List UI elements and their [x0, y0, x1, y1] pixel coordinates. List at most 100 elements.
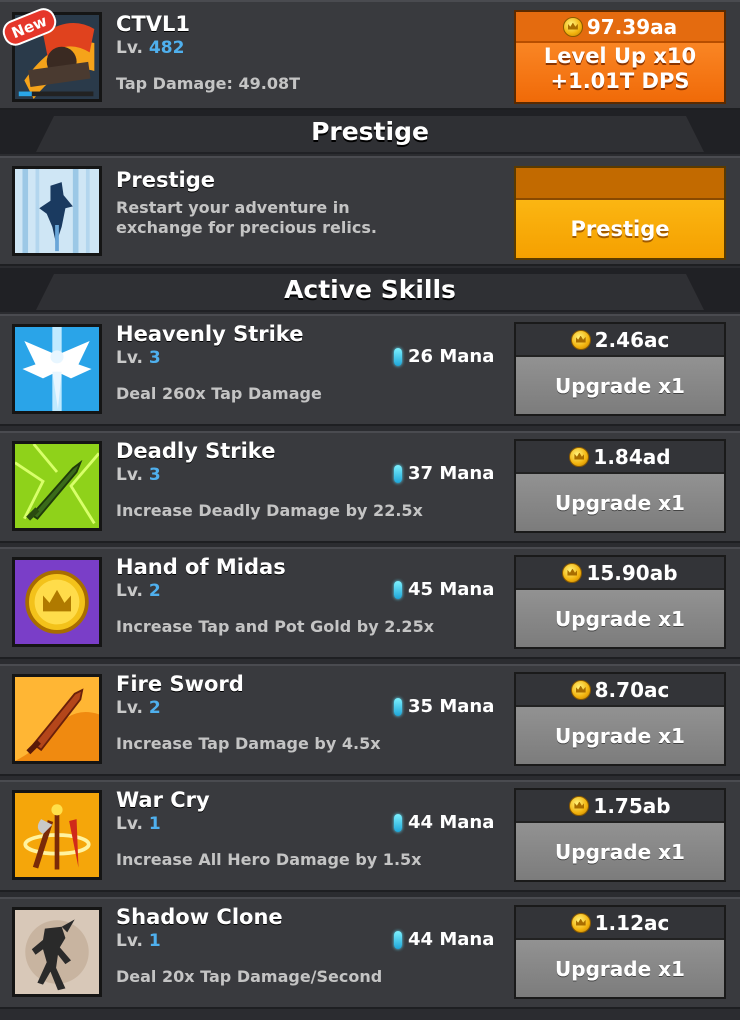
level-up-cost-value: 97.39aa: [586, 14, 678, 39]
hand-of-midas-icon[interactable]: [12, 557, 102, 647]
skill-description: Deal 260x Tap Damage: [116, 384, 322, 403]
hero-name: CTVL1: [116, 12, 190, 36]
skill-description: Increase Tap Damage by 4.5x: [116, 734, 381, 753]
skill-level-prefix: Lv.: [116, 581, 149, 601]
gold-coin-icon: [569, 446, 590, 467]
prestige-section-header: Prestige: [0, 110, 740, 154]
upgrade-cost-value: 1.12ac: [594, 910, 670, 935]
prestige-icon: [15, 169, 99, 253]
gold-coin-icon: [570, 329, 591, 350]
skill-level-prefix: Lv.: [116, 465, 149, 485]
skill-level: Lv. 2: [116, 698, 161, 718]
gold-coin-icon: [569, 795, 590, 816]
skill-row-shadow-clone: Shadow Clone Lv. 1 44 Mana Deal 20x Tap …: [0, 897, 740, 1009]
hero-level-number: 482: [148, 38, 185, 58]
level-up-cost: 97.39aa: [516, 12, 724, 43]
skill-level: Lv. 3: [116, 465, 161, 485]
upgrade-cost: 2.46ac: [516, 324, 724, 357]
upgrade-button[interactable]: 15.90ab Upgrade x1: [514, 555, 726, 649]
prestige-title: Prestige: [116, 168, 216, 192]
skill-level-number: 1: [148, 814, 161, 834]
skill-mana: 37 Mana: [394, 463, 494, 484]
level-up-dps: +1.01T DPS: [550, 69, 690, 93]
skill-level-prefix: Lv.: [116, 698, 149, 718]
war-cry-icon[interactable]: [12, 790, 102, 880]
skill-description: Increase Deadly Damage by 22.5x: [116, 501, 423, 520]
skill-row-heavenly-strike: Heavenly Strike Lv. 3 26 Mana Deal 260x …: [0, 314, 740, 426]
upgrade-cost: 8.70ac: [516, 674, 724, 707]
skill-mana: 35 Mana: [394, 696, 494, 717]
skill-level-prefix: Lv.: [116, 931, 149, 951]
upgrade-button[interactable]: 8.70ac Upgrade x1: [514, 672, 726, 766]
upgrade-button-label: Upgrade x1: [516, 357, 724, 414]
upgrade-button-label: Upgrade x1: [516, 474, 724, 531]
skill-row-hand-of-midas: Hand of Midas Lv. 2 45 Mana Increase Tap…: [0, 547, 740, 659]
skill-description: Increase All Hero Damage by 1.5x: [116, 850, 422, 869]
gold-coin-icon: [570, 679, 591, 700]
gold-coin-icon: [562, 562, 583, 583]
skill-level: Lv. 1: [116, 931, 161, 951]
skill-name: Deadly Strike: [116, 439, 276, 463]
upgrade-button[interactable]: 1.12ac Upgrade x1: [514, 905, 726, 999]
skill-level-prefix: Lv.: [116, 814, 149, 834]
hero-level: Lv. 482: [116, 38, 184, 58]
skill-mana-value: 37 Mana: [408, 463, 495, 484]
skill-row-deadly-strike: Deadly Strike Lv. 3 37 Mana Increase Dea…: [0, 431, 740, 543]
skill-mana: 45 Mana: [394, 579, 494, 600]
mana-crystal-icon: [394, 697, 402, 716]
upgrade-button[interactable]: 1.84ad Upgrade x1: [514, 439, 726, 533]
skill-name: Shadow Clone: [116, 905, 283, 929]
skill-mana-value: 44 Mana: [408, 929, 495, 950]
active-skills-section-header: Active Skills: [0, 268, 740, 312]
upgrade-button-label: Upgrade x1: [516, 590, 724, 647]
upgrade-cost: 1.84ad: [516, 441, 724, 474]
mana-crystal-icon: [394, 813, 402, 832]
prestige-button-top: [516, 168, 724, 200]
skill-mana: 44 Mana: [394, 812, 494, 833]
mana-crystal-icon: [394, 347, 402, 366]
gold-coin-icon: [562, 16, 583, 37]
skill-mana-value: 44 Mana: [408, 812, 495, 833]
shadow-clone-icon[interactable]: [12, 907, 102, 997]
level-up-label: Level Up x10: [543, 44, 697, 68]
heavenly-strike-icon[interactable]: [12, 324, 102, 414]
mana-crystal-icon: [394, 580, 402, 599]
fire-sword-icon[interactable]: [12, 674, 102, 764]
skill-description: Deal 20x Tap Damage/Second: [116, 967, 383, 986]
skill-name: War Cry: [116, 788, 210, 812]
upgrade-cost: 1.12ac: [516, 907, 724, 940]
prestige-portrait: [12, 166, 102, 256]
upgrade-button[interactable]: 2.46ac Upgrade x1: [514, 322, 726, 416]
level-up-button[interactable]: 97.39aa Level Up x10 +1.01T DPS: [514, 10, 726, 104]
skill-mana: 26 Mana: [394, 346, 494, 367]
skill-level: Lv. 1: [116, 814, 161, 834]
skill-mana-value: 35 Mana: [408, 696, 495, 717]
deadly-strike-icon[interactable]: [12, 441, 102, 531]
prestige-button[interactable]: Prestige: [514, 166, 726, 260]
skill-row-war-cry: War Cry Lv. 1 44 Mana Increase All Hero …: [0, 780, 740, 892]
upgrade-cost-value: 1.84ad: [593, 444, 671, 469]
skill-level-prefix: Lv.: [116, 348, 149, 368]
skill-description: Increase Tap and Pot Gold by 2.25x: [116, 617, 435, 636]
upgrade-button[interactable]: 1.75ab Upgrade x1: [514, 788, 726, 882]
skill-name: Heavenly Strike: [116, 322, 304, 346]
upgrade-button-label: Upgrade x1: [516, 940, 724, 997]
skill-mana-value: 45 Mana: [408, 579, 495, 600]
skill-level-number: 2: [148, 698, 161, 718]
gold-coin-icon: [570, 912, 591, 933]
upgrade-button-label: Upgrade x1: [516, 823, 724, 880]
upgrade-cost-value: 8.70ac: [594, 677, 670, 702]
skill-name: Fire Sword: [116, 672, 244, 696]
mana-crystal-icon: [394, 464, 402, 483]
active-skills-heading: Active Skills: [284, 275, 456, 304]
skill-level-number: 2: [148, 581, 161, 601]
hero-level-prefix: Lv.: [116, 38, 149, 58]
hero-row: New CTVL1 Lv. 482 Tap Damage: 49.08T 97.…: [0, 0, 740, 110]
upgrade-cost: 1.75ab: [516, 790, 724, 823]
upgrade-button-label: Upgrade x1: [516, 707, 724, 764]
upgrade-cost-value: 2.46ac: [594, 327, 670, 352]
prestige-description-line2: exchange for precious relics.: [116, 218, 377, 237]
skill-level: Lv. 3: [116, 348, 161, 368]
upgrade-cost-value: 15.90ab: [586, 560, 678, 585]
skill-row-fire-sword: Fire Sword Lv. 2 35 Mana Increase Tap Da…: [0, 664, 740, 776]
